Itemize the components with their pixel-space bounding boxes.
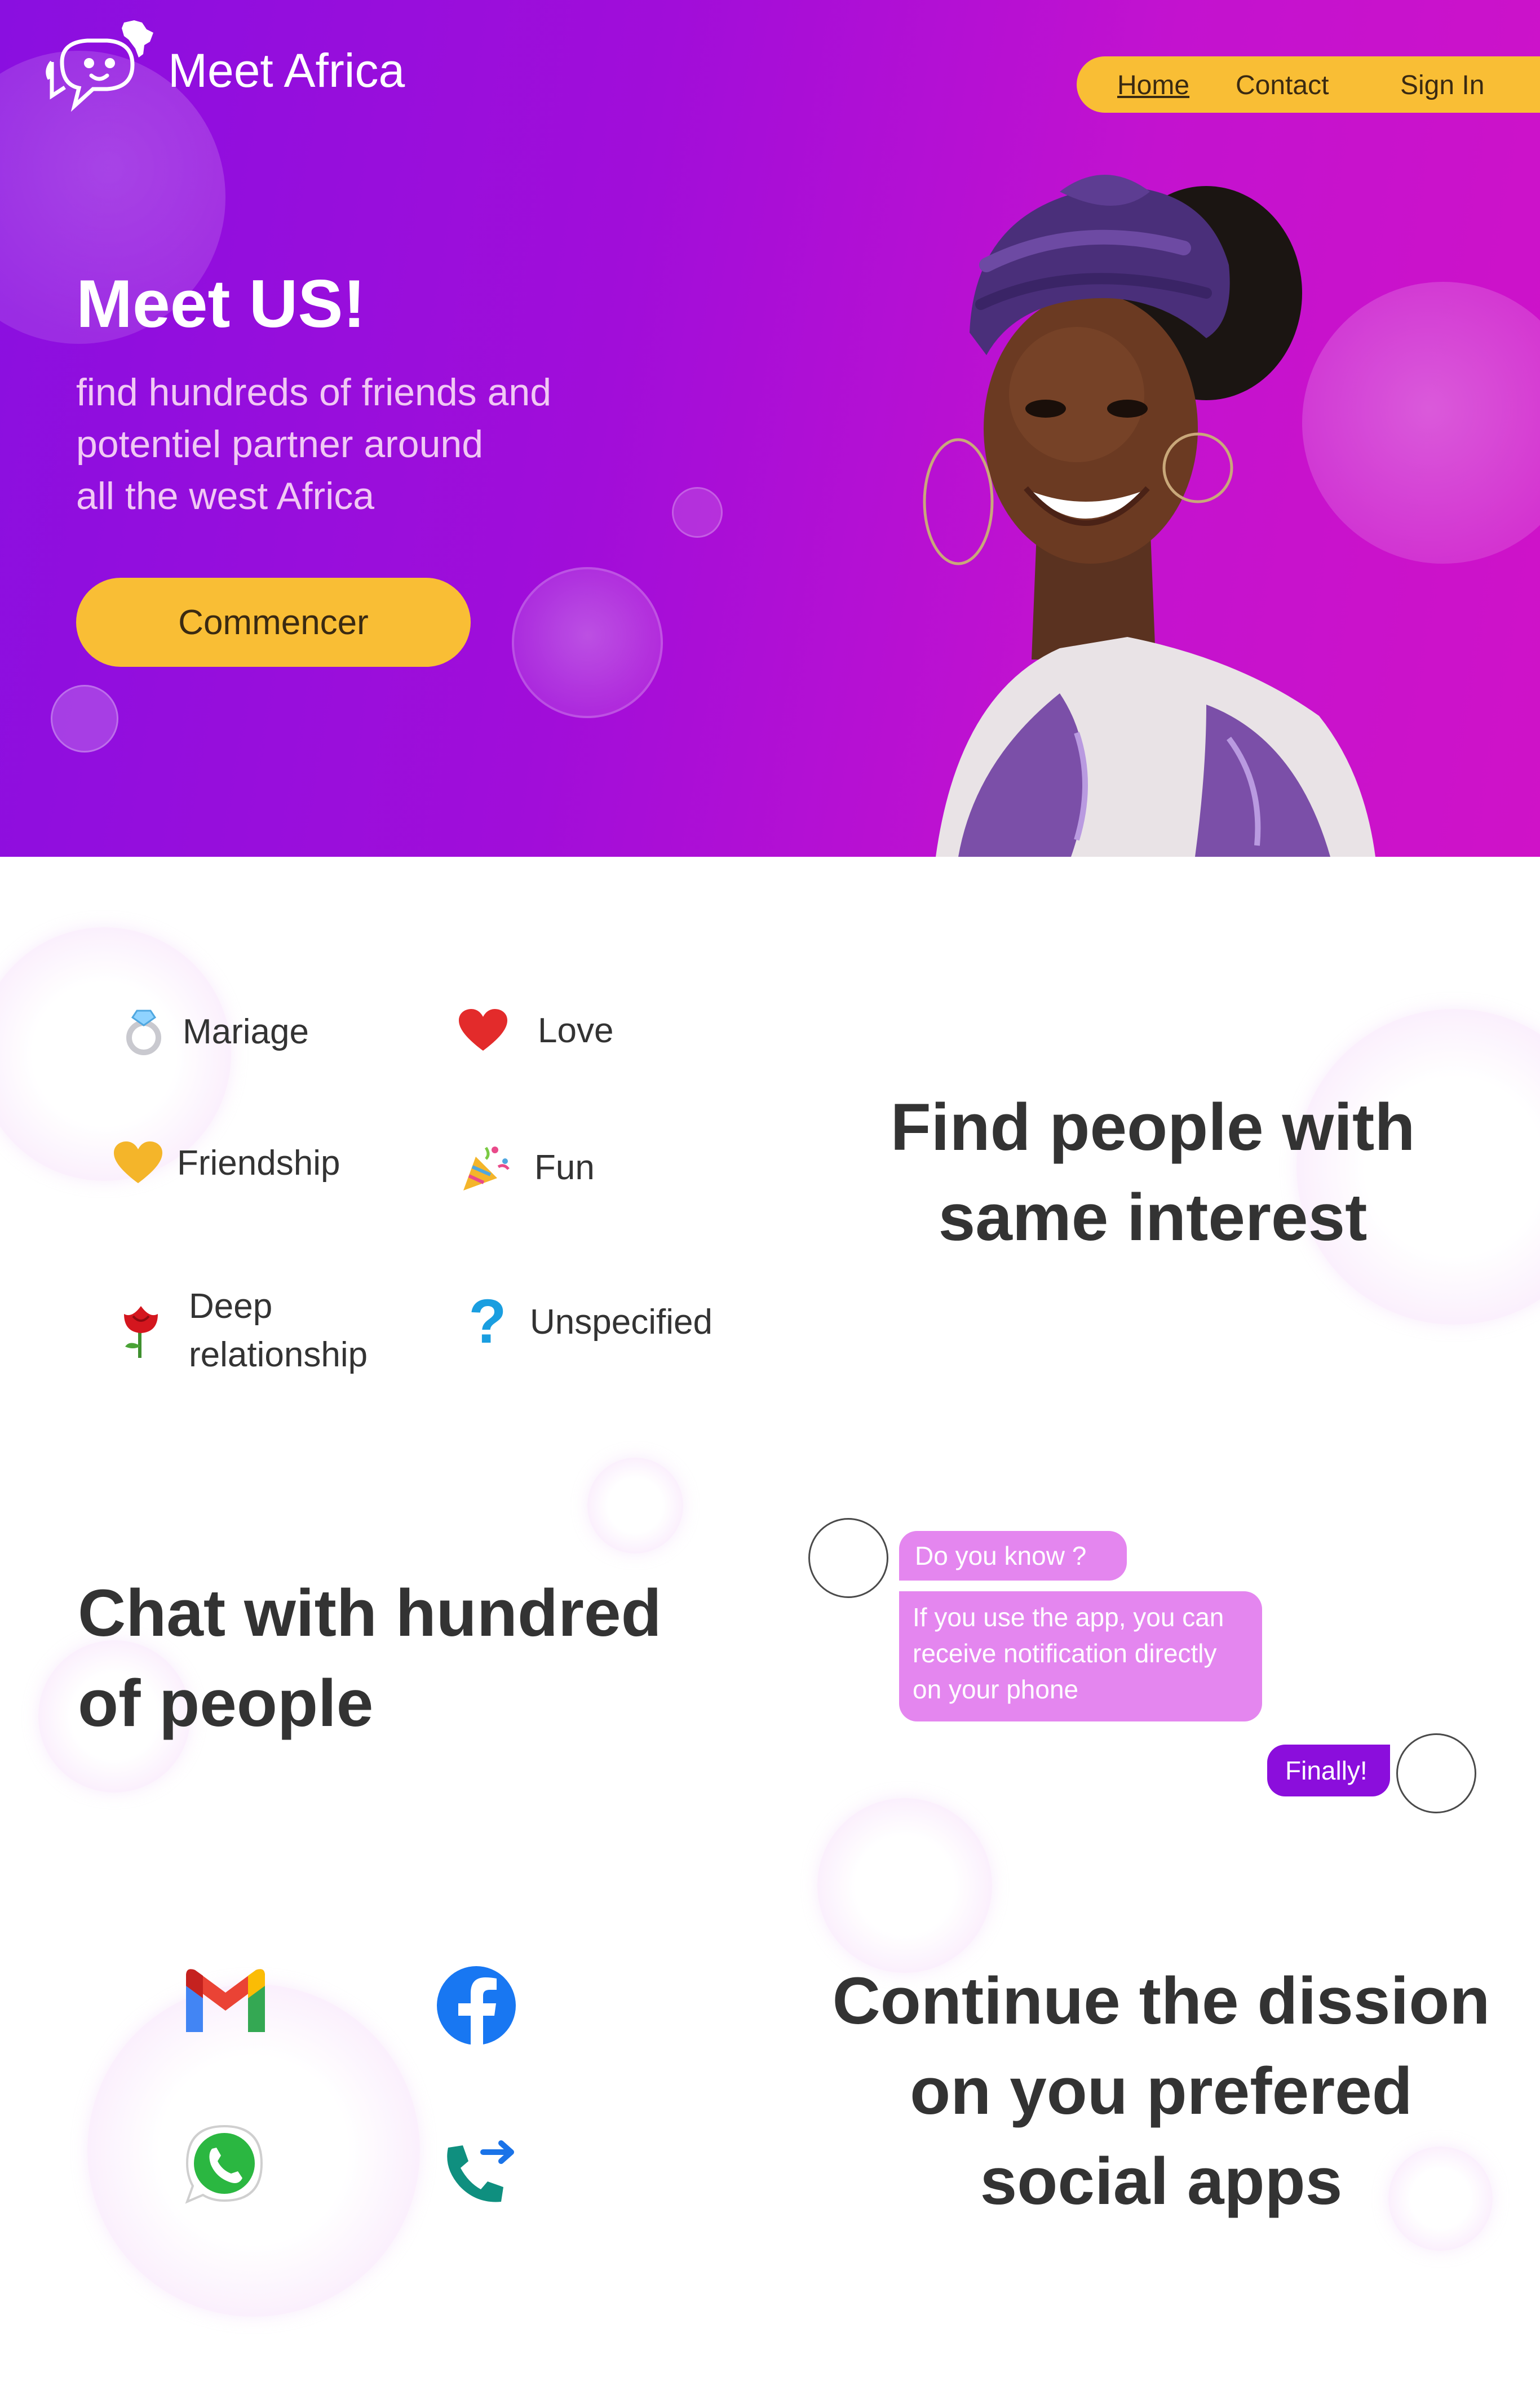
interest-label: Deep relationship xyxy=(189,1282,368,1379)
find-people-title: Find people with same interest xyxy=(857,1082,1449,1263)
continue-social-title: Continue the dission on you prefered soc… xyxy=(812,1956,1511,2227)
nav-sign-in-link[interactable]: Sign In xyxy=(1400,70,1484,101)
gmail-icon[interactable] xyxy=(180,1959,271,2049)
message-line: on your phone xyxy=(913,1675,1079,1704)
decor-bubble xyxy=(51,685,118,753)
interest-friendship[interactable]: Friendship xyxy=(113,1138,340,1188)
chat-bubble-logo-icon xyxy=(46,20,153,112)
interest-love[interactable]: Love xyxy=(458,1005,613,1056)
interest-fun[interactable]: Fun xyxy=(461,1142,595,1193)
title-line: Continue the dission xyxy=(832,1964,1490,2038)
chat-title: Chat with hundred of people xyxy=(78,1568,754,1749)
interest-unspecified[interactable]: ? Unspecified xyxy=(462,1287,713,1356)
chat-avatar xyxy=(808,1518,888,1598)
hero-title: Meet US! xyxy=(76,266,366,342)
call-forward-icon[interactable] xyxy=(431,2125,521,2215)
title-line: Chat with hundred xyxy=(78,1576,662,1650)
brand-name: Meet Africa xyxy=(168,43,405,97)
interest-label: Love xyxy=(538,1011,614,1050)
title-line: Find people with xyxy=(890,1090,1415,1165)
interest-label-line: relationship xyxy=(189,1335,368,1374)
title-line: on you prefered xyxy=(910,2054,1413,2128)
hero-subtitle-line: all the west Africa xyxy=(76,475,375,517)
nav-home-link[interactable]: Home xyxy=(1117,70,1189,101)
decor-bubble xyxy=(817,1798,992,1973)
hero-section: Meet Africa Home Contact Sign In Meet US… xyxy=(0,0,1540,857)
heart-icon xyxy=(458,1005,508,1056)
hero-subtitle: find hundreds of friends and potentiel p… xyxy=(76,366,640,522)
whatsapp-icon[interactable] xyxy=(179,2119,269,2210)
question-mark-icon: ? xyxy=(468,1287,507,1356)
interest-label: Fun xyxy=(534,1148,595,1187)
brand-logo[interactable]: Meet Africa xyxy=(39,17,405,118)
decor-bubble xyxy=(587,1458,683,1553)
top-nav: Home Contact Sign In xyxy=(1077,56,1540,113)
chat-message-sent: Finally! xyxy=(1267,1745,1390,1796)
interest-label: Unspecified xyxy=(530,1302,713,1342)
title-line: same interest xyxy=(938,1180,1368,1255)
yellow-heart-icon xyxy=(113,1138,163,1188)
ring-icon xyxy=(118,1006,169,1057)
nav-contact-link[interactable]: Contact xyxy=(1236,70,1329,101)
commencer-button[interactable]: Commencer xyxy=(76,578,471,667)
chat-message-received: Do you know ? xyxy=(899,1531,1127,1581)
title-line: social apps xyxy=(980,2144,1343,2219)
interest-mariage[interactable]: Mariage xyxy=(118,1006,309,1057)
interest-label: Friendship xyxy=(177,1143,340,1183)
rose-icon xyxy=(116,1305,166,1358)
chat-avatar xyxy=(1396,1733,1476,1813)
hero-subtitle-line: potentiel partner around xyxy=(76,423,484,466)
party-popper-icon xyxy=(461,1142,512,1193)
decor-bubble xyxy=(672,487,723,538)
title-line: of people xyxy=(78,1666,374,1741)
hero-subtitle-line: find hundreds of friends and xyxy=(76,371,552,414)
interest-label: Mariage xyxy=(183,1012,309,1051)
message-line: If you use the app, you can xyxy=(913,1603,1224,1632)
chat-message-received: If you use the app, you can receive noti… xyxy=(899,1591,1262,1721)
interest-label-line: Deep xyxy=(189,1287,273,1326)
decor-bubble xyxy=(512,567,663,718)
facebook-icon[interactable] xyxy=(431,1960,521,2051)
interest-deep-relationship[interactable]: Deep relationship xyxy=(116,1282,368,1379)
message-line: receive notification directly xyxy=(913,1639,1217,1668)
hero-portrait-image xyxy=(923,175,1375,857)
